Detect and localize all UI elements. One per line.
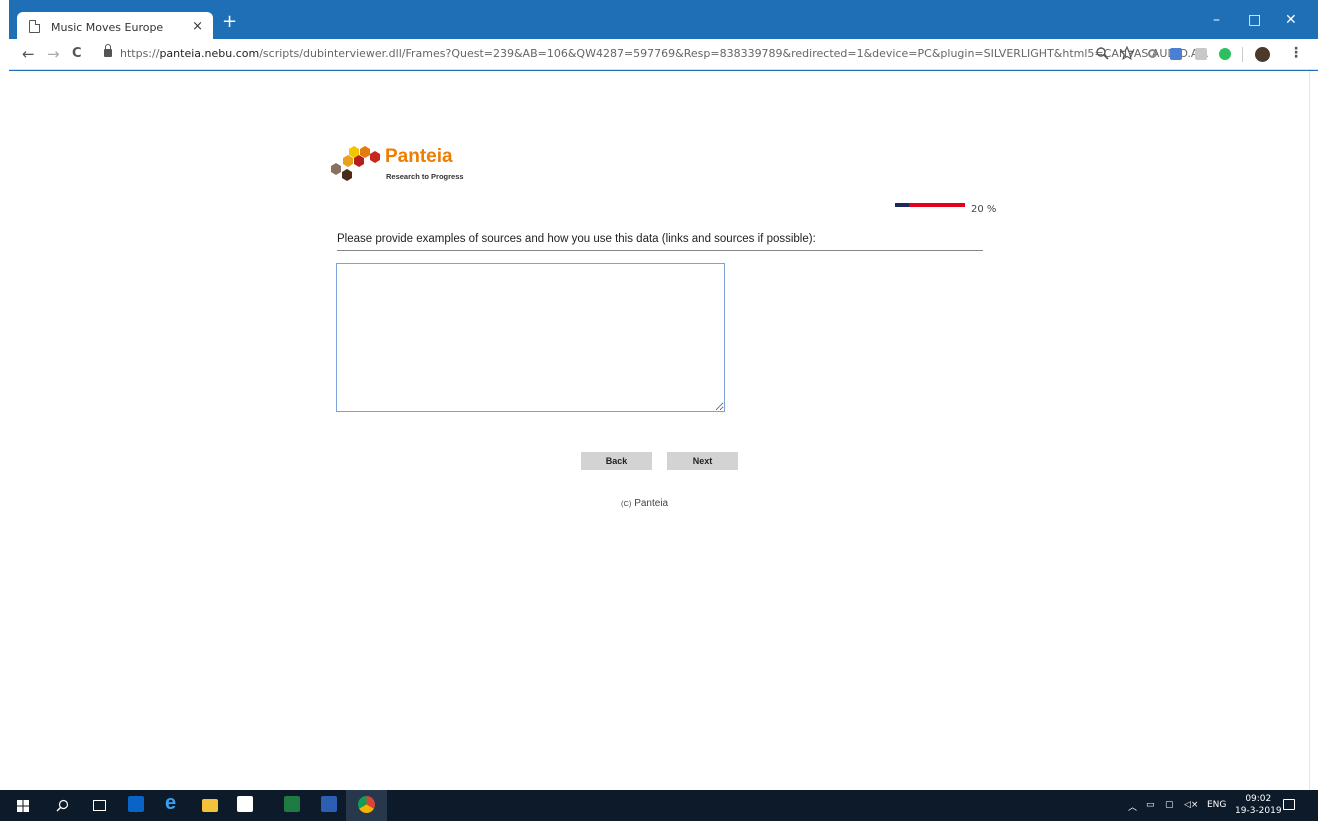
back-button[interactable]: Back bbox=[581, 452, 652, 470]
browser-chrome: Music Moves Europe × + – □ ✕ ← → C https… bbox=[0, 0, 1318, 70]
evernote-icon[interactable] bbox=[1219, 48, 1231, 60]
hexagon-logo-icon bbox=[331, 146, 380, 181]
zoom-icon[interactable] bbox=[1096, 47, 1109, 60]
notifications-icon[interactable] bbox=[1283, 799, 1295, 810]
file-explorer-icon[interactable] bbox=[202, 799, 218, 812]
answer-textarea[interactable] bbox=[336, 263, 725, 412]
tab-title: Music Moves Europe bbox=[51, 21, 164, 34]
page-icon bbox=[29, 20, 40, 33]
back-arrow-icon[interactable]: ← bbox=[22, 45, 35, 63]
chrome-taskbar-item[interactable] bbox=[346, 790, 387, 821]
toolbar-divider bbox=[1242, 47, 1243, 62]
clock-time: 09:02 bbox=[1245, 794, 1272, 804]
search-icon[interactable] bbox=[56, 799, 69, 812]
edge-icon[interactable]: e bbox=[165, 792, 176, 815]
clock-date: 19-3-2019 bbox=[1235, 806, 1282, 816]
profile-avatar[interactable] bbox=[1255, 47, 1270, 62]
reload-icon[interactable]: C bbox=[72, 46, 82, 61]
survey-page: Panteia Research to Progress 20 % Please… bbox=[9, 71, 1309, 790]
next-button[interactable]: Next bbox=[667, 452, 738, 470]
windows-taskbar: e ︿ ▭ ▢ ◁× ENG 09:02 19-3-2019 bbox=[0, 790, 1318, 821]
maximize-button[interactable]: □ bbox=[1248, 12, 1261, 28]
copyright-text: (C) Panteia bbox=[621, 498, 669, 509]
pdf-icon[interactable] bbox=[1195, 48, 1207, 60]
extension-icon[interactable] bbox=[1148, 49, 1157, 58]
task-view-icon[interactable] bbox=[93, 800, 106, 811]
star-icon[interactable] bbox=[1120, 46, 1134, 60]
logo-tagline: Research to Progress bbox=[386, 172, 464, 181]
browser-toolbar: ← → C https://panteia.nebu.com/scripts/d… bbox=[9, 39, 1318, 70]
tab-strip: Music Moves Europe × + – □ ✕ bbox=[9, 4, 1318, 43]
progress-fill bbox=[895, 203, 909, 207]
url-text: https://panteia.nebu.com/scripts/dubinte… bbox=[120, 47, 1209, 60]
translate-icon[interactable] bbox=[1170, 48, 1182, 60]
volume-icon[interactable]: ◁× bbox=[1184, 800, 1198, 810]
lock-icon bbox=[104, 44, 112, 57]
window-border bbox=[0, 0, 9, 790]
close-window-button[interactable]: ✕ bbox=[1285, 12, 1297, 28]
word-icon[interactable] bbox=[321, 796, 337, 812]
panteia-logo: Panteia Research to Progress bbox=[327, 141, 487, 191]
question-text: Please provide examples of sources and h… bbox=[337, 233, 816, 245]
outlook-icon[interactable] bbox=[128, 796, 144, 812]
progress-label: 20 % bbox=[971, 204, 997, 215]
tab-close-icon[interactable]: × bbox=[192, 19, 203, 34]
excel-icon[interactable] bbox=[284, 796, 300, 812]
progress-bar bbox=[895, 203, 965, 207]
store-icon[interactable] bbox=[237, 796, 253, 812]
logo-name: Panteia bbox=[385, 146, 453, 167]
new-tab-button[interactable]: + bbox=[222, 13, 237, 31]
language-indicator[interactable]: ENG bbox=[1207, 800, 1226, 810]
tray-chevron-icon[interactable]: ︿ bbox=[1128, 800, 1137, 813]
windows-start-icon[interactable] bbox=[17, 800, 29, 812]
forward-arrow-icon[interactable]: → bbox=[47, 45, 60, 63]
chrome-icon bbox=[358, 796, 375, 813]
clock[interactable]: 09:02 19-3-2019 bbox=[1235, 793, 1282, 817]
battery-icon[interactable]: ▭ bbox=[1146, 800, 1155, 810]
question-divider bbox=[337, 250, 983, 251]
network-icon[interactable]: ▢ bbox=[1165, 800, 1174, 810]
page-scrollbar[interactable] bbox=[1309, 71, 1318, 790]
minimize-button[interactable]: – bbox=[1213, 12, 1220, 28]
menu-icon[interactable]: ⋮ bbox=[1289, 45, 1303, 61]
address-bar[interactable]: https://panteia.nebu.com/scripts/dubinte… bbox=[104, 42, 1209, 67]
